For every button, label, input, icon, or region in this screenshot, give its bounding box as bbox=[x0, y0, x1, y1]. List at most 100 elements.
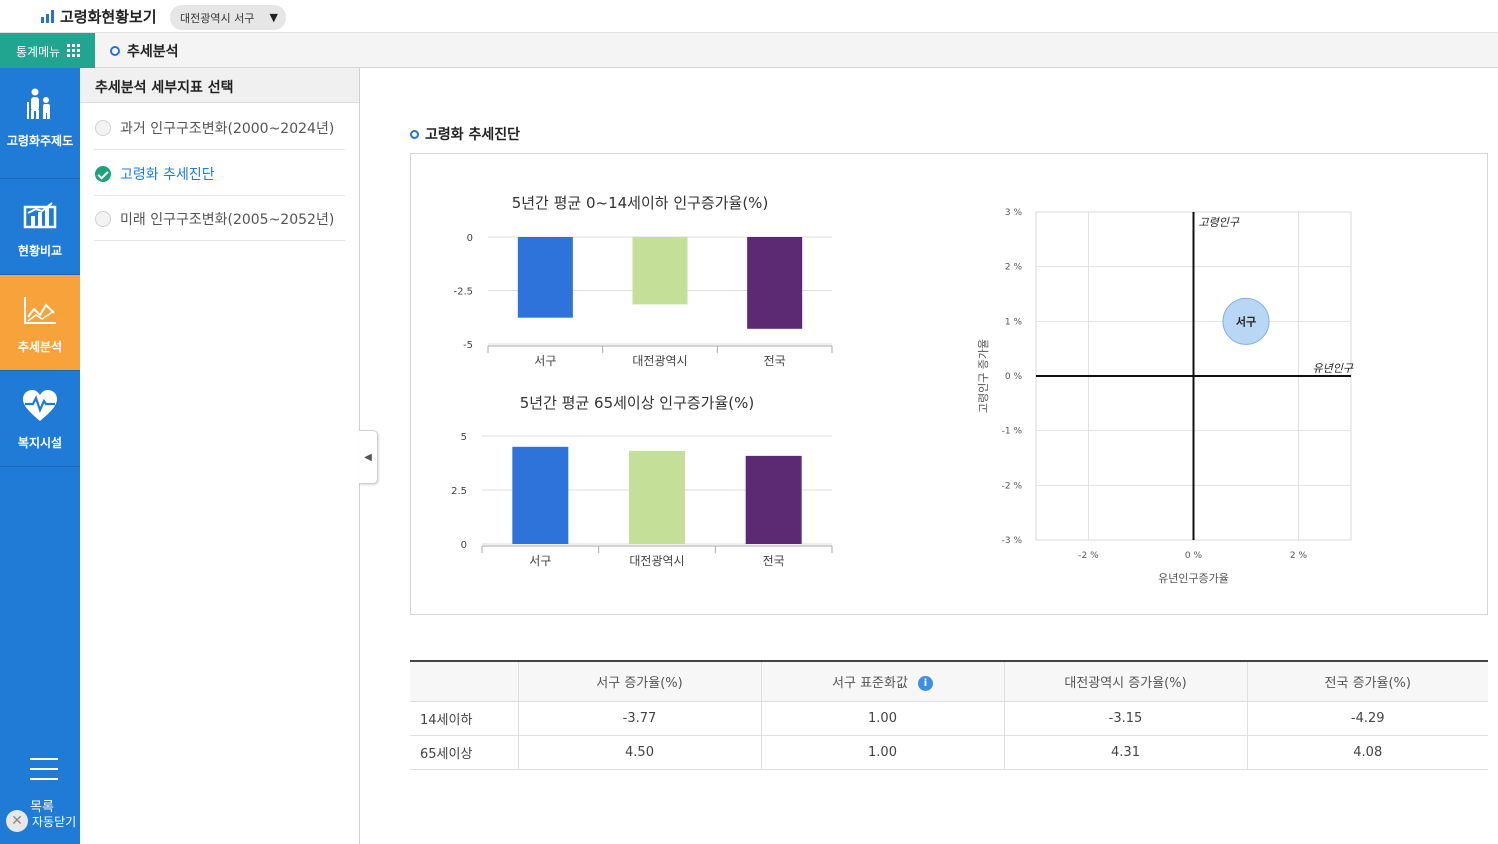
bar bbox=[747, 237, 803, 329]
table-header: 서구 표준화값 i bbox=[760, 660, 1004, 702]
table-cell: -3.77 bbox=[517, 701, 761, 736]
breadcrumb: 추세분석 bbox=[127, 44, 179, 60]
table-header: 서구 증가율(%) bbox=[517, 660, 761, 702]
table-cell: 4.08 bbox=[1246, 735, 1488, 770]
x-tick-label: 전국 bbox=[763, 554, 785, 568]
table-cell: 65세이상 bbox=[410, 735, 518, 770]
collapse-panel-button[interactable]: ◀ bbox=[359, 430, 378, 484]
circle-bullet-icon bbox=[410, 130, 419, 139]
y-tick-label: -2 % bbox=[1002, 481, 1023, 491]
y-tick-label: 3 % bbox=[1005, 208, 1023, 218]
table-header bbox=[410, 660, 518, 702]
sub-panel-title: 추세분석 세부지표 선택 bbox=[80, 68, 359, 103]
bar bbox=[512, 446, 569, 544]
quadrant-label: 고령인구 bbox=[1199, 216, 1240, 229]
chart-title: 5년간 평균 65세이상 인구증가율(%) bbox=[520, 394, 755, 412]
x-axis-label: 유년인구증가율 bbox=[1158, 572, 1229, 585]
table-cell: 4.31 bbox=[1003, 735, 1247, 770]
top-bar: 고령화현황보기 대전광역시 서구 ▼ bbox=[0, 0, 1498, 33]
option-future-population[interactable]: 미래 인구구조변화(2005~2052년) bbox=[94, 196, 345, 241]
app-title: 고령화현황보기 bbox=[60, 8, 157, 26]
chart-container: 5년간 평균 0~14세이하 인구증가율(%) 0 -2.5 -5 서구 대전광역시 전국 5… bbox=[410, 153, 1488, 615]
chevron-left-icon: ◀ bbox=[364, 452, 372, 463]
region-select[interactable]: 대전광역시 서구 ▼ bbox=[170, 5, 286, 30]
left-nav: 고령화주제도 현황비교 추세분석 복지시설 목록 ✕ 자동닫기 bbox=[0, 68, 80, 844]
option-label: 미래 인구구조변화(2005~2052년) bbox=[120, 212, 335, 228]
x-tick-label: 0 % bbox=[1185, 551, 1203, 561]
check-circle-icon[interactable] bbox=[95, 166, 111, 182]
nav-item-label: 복지시설 bbox=[17, 436, 63, 450]
x-tick-label: 2 % bbox=[1290, 551, 1308, 561]
autoclose-label[interactable]: 자동닫기 bbox=[32, 813, 76, 830]
quadrant-label: 유년인구 bbox=[1313, 362, 1354, 375]
table-cell: 14세이하 bbox=[410, 701, 518, 736]
table-cell: 1.00 bbox=[760, 735, 1004, 770]
menu-bar: 통계메뉴 추세분석 bbox=[0, 33, 1498, 68]
table-cell: -3.15 bbox=[1003, 701, 1247, 736]
table-header-row: 서구 증가율(%) 서구 표준화값 i 대전광역시 증가율(%) 전국 증가율(%… bbox=[410, 660, 1488, 702]
y-tick-label: -1 % bbox=[1002, 427, 1023, 437]
y-tick-label: 0 bbox=[467, 233, 473, 244]
nav-item-trend-analysis[interactable]: 추세분석 bbox=[0, 275, 80, 371]
y-tick-label: 5 bbox=[461, 432, 467, 443]
hamburger-icon[interactable] bbox=[30, 758, 58, 788]
elderly-people-icon bbox=[27, 88, 50, 119]
y-tick-label: 1 % bbox=[1005, 317, 1023, 327]
x-tick-label: 서구 bbox=[529, 554, 551, 568]
close-icon[interactable]: ✕ bbox=[6, 810, 28, 832]
y-tick-label: -3 % bbox=[1002, 536, 1023, 546]
heart-pulse-icon bbox=[23, 390, 57, 421]
option-past-population[interactable]: 과거 인구구조변화(2000~2024년) bbox=[94, 105, 345, 150]
stats-menu-button[interactable]: 통계메뉴 bbox=[0, 33, 95, 68]
radio-icon[interactable] bbox=[95, 120, 111, 136]
bar-chart-icon bbox=[23, 202, 57, 229]
option-aging-trend[interactable]: 고령화 추세진단 bbox=[94, 151, 345, 196]
option-label: 고령화 추세진단 bbox=[120, 167, 215, 183]
table-cell: 4.50 bbox=[517, 735, 761, 770]
info-icon[interactable]: i bbox=[917, 675, 933, 691]
x-tick-label: 대전광역시 bbox=[632, 354, 687, 368]
nav-item-label: 고령화주제도 bbox=[6, 134, 74, 148]
x-tick-label: 전국 bbox=[764, 354, 786, 368]
nav-item-status-compare[interactable]: 현황비교 bbox=[0, 179, 80, 275]
y-tick-label: 2 % bbox=[1005, 263, 1023, 273]
radio-icon[interactable] bbox=[95, 211, 111, 227]
y-tick-label: 0 % bbox=[1005, 372, 1023, 382]
nav-item-label: 추세분석 bbox=[17, 340, 63, 354]
table-cell: 1.00 bbox=[760, 701, 1004, 736]
nav-item-welfare-facilities[interactable]: 복지시설 bbox=[0, 371, 80, 467]
x-tick-label: 대전광역시 bbox=[629, 554, 684, 568]
x-tick-label: -2 % bbox=[1078, 551, 1099, 561]
y-tick-label: -2.5 bbox=[453, 287, 473, 298]
summary-table: 서구 증가율(%) 서구 표준화값 i 대전광역시 증가율(%) 전국 증가율(%… bbox=[410, 660, 1488, 770]
bar bbox=[632, 237, 688, 305]
x-tick-label: 서구 bbox=[534, 354, 556, 368]
bar bbox=[517, 237, 573, 318]
caret-down-icon: ▼ bbox=[269, 11, 278, 24]
bar-chart-icon bbox=[41, 10, 55, 23]
y-tick-label: -5 bbox=[463, 340, 473, 351]
table-header: 전국 증가율(%) bbox=[1246, 660, 1488, 702]
nav-item-aging-map[interactable]: 고령화주제도 bbox=[0, 68, 80, 179]
bar bbox=[745, 455, 802, 544]
y-axis-label: 고령인구 증가율 bbox=[977, 339, 990, 413]
stats-menu-label: 통계메뉴 bbox=[16, 45, 61, 59]
table-row: 65세이상 4.50 1.00 4.31 4.08 bbox=[410, 735, 1488, 770]
table-header-label: 서구 표준화값 bbox=[832, 675, 908, 691]
table-header: 대전광역시 증가율(%) bbox=[1003, 660, 1247, 702]
bar bbox=[629, 450, 685, 544]
charts-svg: 5년간 평균 0~14세이하 인구증가율(%)0-2.5-5서구 대전광역시 전국5… bbox=[451, 194, 1354, 585]
y-tick-label: 2.5 bbox=[451, 486, 467, 497]
line-chart-icon bbox=[24, 297, 56, 324]
grid-icon bbox=[67, 44, 80, 57]
circle-bullet-icon bbox=[110, 46, 120, 56]
table-cell: -4.29 bbox=[1246, 701, 1488, 736]
table-row: 14세이하 -3.77 1.00 -3.15 -4.29 bbox=[410, 701, 1488, 736]
option-label: 과거 인구구조변화(2000~2024년) bbox=[120, 121, 335, 137]
point-label: 서구 bbox=[1236, 314, 1256, 328]
section-title: 고령화 추세진단 bbox=[425, 127, 521, 143]
chart-title: 5년간 평균 0~14세이하 인구증가율(%) bbox=[512, 194, 769, 212]
region-select-value: 대전광역시 서구 bbox=[180, 12, 255, 25]
sub-panel: 추세분석 세부지표 선택 과거 인구구조변화(2000~2024년) 고령화 추… bbox=[80, 68, 360, 844]
y-tick-label: 0 bbox=[461, 540, 467, 551]
